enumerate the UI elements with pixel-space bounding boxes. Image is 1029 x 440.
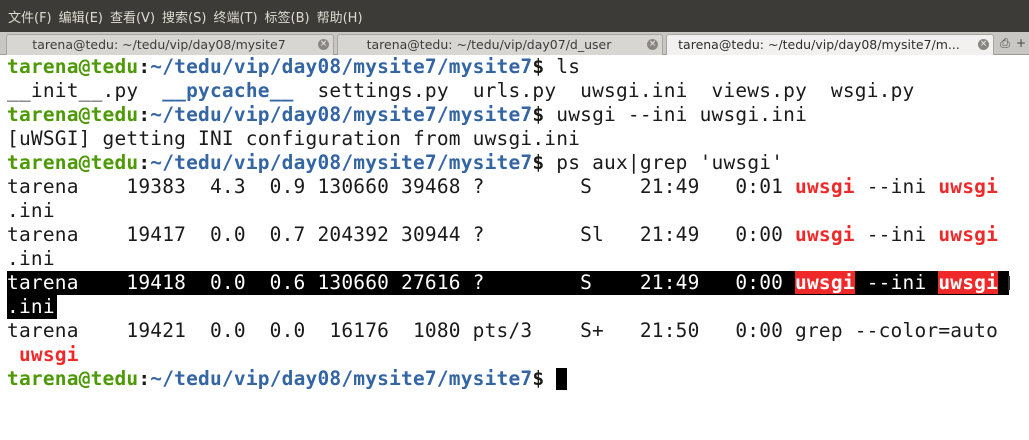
- tab-label: tarena@tedu: ~/tedu/vip/day08/mysite7/m.…: [678, 37, 960, 52]
- tab-label: tarena@tedu: ~/tedu/vip/day07/d_user: [366, 37, 612, 52]
- command-text: ps aux|grep 'uwsgi': [544, 151, 784, 174]
- close-icon[interactable]: ×: [647, 39, 658, 50]
- file-init: __init__.py: [7, 79, 139, 102]
- prompt-symbol: $: [532, 367, 545, 390]
- grep-match: uwsgi: [938, 175, 999, 198]
- prompt-path: ~/tedu/vip/day08/mysite7/mysite7: [150, 103, 533, 126]
- tab-mysite7-active[interactable]: tarena@tedu: ~/tedu/vip/day08/mysite7/m.…: [666, 34, 994, 55]
- grep-match: uwsgi: [938, 223, 999, 246]
- prompt-user-host: tarena@tedu: [7, 103, 139, 126]
- save-tab-icon[interactable]: ⎙: [997, 35, 1013, 51]
- grep-match: uwsgi: [938, 271, 999, 294]
- prompt-symbol: $: [532, 151, 545, 174]
- process-row-wrap: uwsgi: [7, 343, 79, 367]
- prompt-symbol: $: [532, 103, 545, 126]
- prompt-symbol: $: [532, 55, 545, 78]
- terminal-area[interactable]: tarena@tedu:~/tedu/vip/day08/mysite7/mys…: [0, 55, 1029, 440]
- prompt-path: ~/tedu/vip/day08/mysite7/mysite7: [150, 367, 533, 390]
- tab-label: tarena@tedu: ~/tedu/vip/day08/mysite7: [32, 37, 286, 52]
- close-icon[interactable]: ×: [318, 39, 329, 50]
- menu-help[interactable]: 帮助(H): [317, 7, 363, 26]
- grep-match: uwsgi: [795, 223, 855, 246]
- ls-output-line: __init__.py __pycache__ settings.py urls…: [7, 79, 914, 103]
- process-row-selected[interactable]: tarena 19418 0.0 0.6 130660 27616 ? S 21…: [7, 271, 999, 295]
- grep-match: uwsgi: [18, 343, 79, 366]
- prompt-line: tarena@tedu:~/tedu/vip/day08/mysite7/mys…: [7, 151, 784, 174]
- text-cursor-icon: [1008, 276, 1010, 290]
- process-row-wrap: .ini: [7, 247, 55, 270]
- prompt-path: ~/tedu/vip/day08/mysite7/mysite7: [150, 55, 533, 78]
- prompt-path: ~/tedu/vip/day08/mysite7/mysite7: [150, 151, 533, 174]
- process-row-wrap: .ini: [7, 199, 55, 222]
- menu-edit[interactable]: 编辑(E): [59, 7, 103, 26]
- menu-bar: 文件(F) 编辑(E) 查看(V) 搜索(S) 终端(T) 标签(B) 帮助(H…: [0, 0, 1029, 32]
- menu-search[interactable]: 搜索(S): [162, 7, 206, 26]
- tab-d-user[interactable]: tarena@tedu: ~/tedu/vip/day07/d_user ×: [337, 34, 663, 55]
- menu-terminal[interactable]: 终端(T): [213, 7, 257, 26]
- file-list: settings.py urls.py uwsgi.ini views.py w…: [317, 79, 915, 102]
- output-line: [uWSGI] getting INI configuration from u…: [7, 127, 581, 150]
- grep-match: uwsgi: [795, 271, 855, 294]
- prompt-line: tarena@tedu:~/tedu/vip/day08/mysite7/mys…: [7, 103, 808, 126]
- prompt-line: tarena@tedu:~/tedu/vip/day08/mysite7/mys…: [7, 55, 581, 78]
- add-tab-icon[interactable]: +: [1013, 35, 1029, 51]
- process-row: tarena 19383 4.3 0.9 130660 39468 ? S 21…: [7, 175, 998, 199]
- close-icon[interactable]: ×: [978, 39, 989, 50]
- process-fields: tarena 19418 0.0 0.6 130660 27616 ? S 21…: [7, 271, 796, 294]
- process-args: --ini: [854, 271, 939, 294]
- process-args: --ini: [854, 223, 939, 246]
- prompt-user-host: tarena@tedu: [7, 151, 139, 174]
- process-row: tarena 19417 0.0 0.7 204392 30944 ? Sl 2…: [7, 223, 998, 247]
- process-row-wrap: .ini: [7, 295, 55, 318]
- process-fields: tarena 19383 4.3 0.9 130660 39468 ? S 21…: [7, 175, 796, 198]
- terminal-cursor: [556, 367, 568, 390]
- prompt-line[interactable]: tarena@tedu:~/tedu/vip/day08/mysite7/mys…: [7, 367, 568, 391]
- command-text: uwsgi --ini uwsgi.ini: [544, 103, 808, 126]
- menu-view[interactable]: 查看(V): [110, 7, 155, 26]
- command-text: ls: [544, 55, 581, 78]
- prompt-user-host: tarena@tedu: [7, 55, 139, 78]
- process-args: --ini: [854, 175, 939, 198]
- process-row: tarena 19421 0.0 0.0 16176 1080 pts/3 S+…: [7, 319, 999, 342]
- grep-match: uwsgi: [795, 175, 855, 198]
- menu-file[interactable]: 文件(F): [8, 7, 52, 26]
- menu-tabs[interactable]: 标签(B): [265, 7, 310, 26]
- dir-pycache: __pycache__: [162, 79, 294, 102]
- prompt-user-host: tarena@tedu: [7, 367, 139, 390]
- process-fields: tarena 19417 0.0 0.7 204392 30944 ? Sl 2…: [7, 223, 796, 246]
- tab-mysite7[interactable]: tarena@tedu: ~/tedu/vip/day08/mysite7 ×: [6, 34, 334, 55]
- tab-bar: tarena@tedu: ~/tedu/vip/day08/mysite7 × …: [0, 32, 1029, 55]
